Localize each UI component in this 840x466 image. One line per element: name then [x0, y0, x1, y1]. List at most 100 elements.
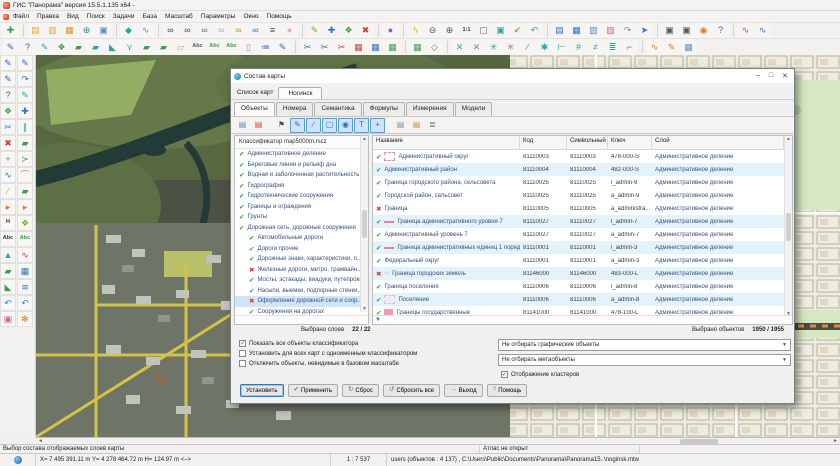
grid-icon[interactable]: ▦ [409, 39, 426, 55]
flash2-icon[interactable]: ▸ [17, 199, 33, 215]
line-objects-icon[interactable]: ∕ [306, 118, 321, 133]
table-row[interactable]: ✔Граница административного уровня 781110… [373, 215, 792, 228]
quick-zoom-icon[interactable]: ϟ [407, 23, 424, 39]
tree-item[interactable]: ✔Береговые линии и рельеф дна [235, 160, 368, 171]
tree-item[interactable]: ✔Водная и заболоченная растительность [235, 170, 368, 181]
table-row[interactable]: ✖··Граница городских земель8114600081146… [373, 267, 792, 280]
node-lines-icon[interactable]: ≣ [604, 39, 621, 55]
check-shape-icon[interactable]: ❖ [17, 215, 33, 231]
menu-item-Масштаб[interactable]: Масштаб [161, 12, 197, 21]
option-checkbox-1[interactable]: Установить для всех карт с одноименным к… [239, 350, 417, 357]
spline-blue-icon[interactable]: ∿ [754, 23, 771, 39]
table-row[interactable]: ✔Административный округ81110003811100034… [373, 150, 792, 163]
node-slash-icon[interactable]: ∕ [519, 39, 536, 55]
menu-item-Правка[interactable]: Правка [33, 12, 63, 21]
node-angle-icon[interactable]: ⌐ [621, 39, 638, 55]
tree-item[interactable]: ✔Дорожные знаки, характеристики, п... [235, 254, 368, 265]
edit-help-icon[interactable]: ? [19, 39, 36, 55]
column-header-Символьный к[interactable]: Символьный к [567, 136, 608, 149]
find-object-icon[interactable]: ∞ [162, 23, 179, 39]
tree-item[interactable]: ✖Железные дороги, метро, трамвайн... [235, 265, 368, 276]
table-view-icon[interactable]: ≣ [425, 118, 440, 133]
list-edit-icon[interactable]: ≔ [257, 39, 274, 55]
table-row[interactable]: ✖Граница8111000581110005a_administra...А… [373, 202, 792, 215]
draw-pencil3-icon[interactable]: ✎ [0, 71, 16, 87]
table-row[interactable]: ✔Поселение8111000681110006a_admin-8Админ… [373, 293, 792, 306]
parallel-icon[interactable]: ∥ [17, 119, 33, 135]
sphere-icon[interactable]: ● [382, 23, 399, 39]
context-help-icon[interactable]: ? [712, 23, 729, 39]
node-tee-icon[interactable]: ⊢ [553, 39, 570, 55]
table-row[interactable]: ✔Граница поселения8111000681110006l_admi… [373, 280, 792, 293]
map-tab-noginsk[interactable]: Ногинск [278, 87, 322, 99]
split-icon[interactable]: ⋎ [121, 39, 138, 55]
tree-item[interactable]: ✔Дороги прочие [235, 244, 368, 255]
option-checkbox-2[interactable]: Отключить объекты, невидимые в базовом м… [239, 360, 399, 367]
block-red-icon[interactable]: ▦ [350, 39, 367, 55]
route-objects-icon[interactable]: ⚑ [274, 118, 289, 133]
dialog-titlebar[interactable]: Состав карты – □ ✕ [231, 69, 794, 83]
column-header-Слой[interactable]: Слой [652, 136, 784, 149]
button-Применить[interactable]: ✔Применить [288, 384, 338, 397]
stamp-road-icon[interactable]: ▱ [172, 39, 189, 55]
block-blue-icon[interactable]: ▦ [367, 39, 384, 55]
arc-icon[interactable]: ⌒ [17, 167, 33, 183]
close-icon[interactable]: ✕ [782, 72, 788, 80]
button-Установить[interactable]: Установить [240, 384, 284, 397]
new-map-icon[interactable]: ✚ [2, 23, 19, 39]
stamp3-icon[interactable]: ▰ [0, 263, 16, 279]
stamp-4-icon[interactable]: ▰ [155, 39, 172, 55]
tree-scrollbar[interactable]: ▲▼ [360, 136, 368, 312]
show-layers-icon[interactable]: ▤ [235, 118, 250, 133]
select-add-icon[interactable]: ✚ [323, 23, 340, 39]
column-header-Название[interactable]: Название [373, 136, 520, 149]
wave-red-icon[interactable]: ∿ [17, 247, 33, 263]
node-hash-icon[interactable]: # [570, 39, 587, 55]
wave-icon[interactable]: ∿ [0, 167, 16, 183]
clusters-checkbox[interactable]: ✓ Отображение кластеров [501, 371, 579, 378]
edit-area-icon[interactable]: ❖ [53, 39, 70, 55]
open-folder-icon[interactable]: ▤ [27, 23, 44, 39]
text-abc-green-icon[interactable]: Abc [206, 39, 223, 55]
button-Выход[interactable]: →Выход [444, 384, 482, 397]
menu-item-База[interactable]: База [139, 12, 161, 21]
find-refresh-icon[interactable]: ∞ [247, 23, 264, 39]
panel-pink-icon[interactable]: ▨ [602, 23, 619, 39]
filter-funnel-icon[interactable]: ▼ [375, 317, 381, 323]
menu-item-Окно[interactable]: Окно [239, 12, 262, 21]
draw-curve-icon[interactable]: ↷ [17, 71, 33, 87]
triangle-net-icon[interactable]: ▲ [0, 247, 16, 263]
pencil-blue-icon[interactable]: ✎ [274, 39, 291, 55]
delete-icon[interactable]: ✖ [0, 135, 16, 151]
tree-item[interactable]: ✔Административное деление [235, 149, 368, 160]
slope-icon[interactable]: ◣ [0, 279, 16, 295]
text-abc-icon[interactable]: Abc [189, 39, 206, 55]
spline-red-icon[interactable]: ∿ [737, 23, 754, 39]
node-cross-icon[interactable]: ✕ [451, 39, 468, 55]
cut-1-icon[interactable]: ✂ [299, 39, 316, 55]
cut-icon[interactable]: ✂ [0, 119, 16, 135]
button-Сброс[interactable]: ↻Сброс [342, 384, 379, 397]
stamp-green-icon[interactable]: ▰ [17, 135, 33, 151]
legend-link-icon[interactable]: ∿ [137, 23, 154, 39]
menu-item-Параметры[interactable]: Параметры [197, 12, 240, 21]
zoom-out-icon[interactable]: ⊖ [424, 23, 441, 39]
zoom-in-icon[interactable]: ⊕ [441, 23, 458, 39]
scroll-thumb[interactable] [680, 439, 718, 444]
open-map-icon[interactable]: ▥ [44, 23, 61, 39]
tab-Номера[interactable]: Номера [276, 102, 314, 116]
node-burst-icon[interactable]: ✱ [536, 39, 553, 55]
find-list-icon[interactable]: ≡ [264, 23, 281, 39]
grid-small-icon[interactable]: ▦ [17, 263, 33, 279]
table-row[interactable]: ✔Городской район, сельсовет8111002581110… [373, 189, 792, 202]
tree-item[interactable]: ✔Автомобильные дороги [235, 233, 368, 244]
text-objects-icon[interactable]: T [354, 118, 369, 133]
graphic-objects-dropdown[interactable]: Не отбирать графические объекты▼ [498, 339, 791, 351]
meta-objects-dropdown[interactable]: Не отбирать метаобъекты▼ [498, 354, 791, 366]
back-view-icon[interactable]: ↶ [526, 23, 543, 39]
find-name-icon[interactable]: ∞ [179, 23, 196, 39]
undo-icon[interactable]: ↶ [0, 295, 16, 311]
palette-icon[interactable]: ❖ [0, 103, 16, 119]
edit-teal-pencil-icon[interactable]: ✎ [36, 39, 53, 55]
marker-lamp-icon[interactable]: ● [281, 23, 298, 39]
